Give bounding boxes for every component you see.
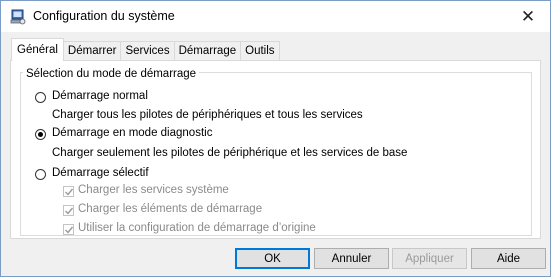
checkmark-icon (65, 207, 74, 215)
close-button[interactable]: ✕ (506, 1, 550, 32)
diagnostic-startup-label[interactable]: Démarrage en mode diagnostic (52, 127, 212, 139)
load-system-services-label: Charger les services système (78, 184, 229, 196)
title-bar[interactable]: Configuration du système ✕ (1, 1, 550, 32)
original-boot-config-label: Utiliser la configuration de démarrage d… (78, 222, 316, 234)
tab-general[interactable]: Général (11, 38, 64, 61)
tab-demarrer[interactable]: Démarrer (62, 41, 122, 61)
tab-services[interactable]: Services (120, 41, 175, 61)
ok-button[interactable]: OK (235, 248, 310, 269)
tab-bar: Général Démarrer Services Démarrage Outi… (11, 38, 280, 61)
checkmark-icon (65, 226, 74, 234)
normal-startup-label[interactable]: Démarrage normal (52, 90, 148, 102)
window-title: Configuration du système (33, 9, 175, 23)
close-icon: ✕ (520, 6, 536, 26)
startup-mode-group-label: Sélection du mode de démarrage (23, 68, 200, 80)
diagnostic-startup-radio[interactable] (35, 129, 46, 140)
load-system-services-checkbox[interactable] (63, 186, 74, 197)
system-config-icon (10, 9, 26, 25)
diagnostic-startup-description: Charger seulement les pilotes de périphé… (52, 147, 408, 159)
load-startup-items-checkbox[interactable] (63, 205, 74, 216)
selective-startup-label[interactable]: Démarrage sélectif (52, 167, 149, 179)
normal-startup-radio[interactable] (35, 92, 46, 103)
apply-button[interactable]: Appliquer (392, 248, 467, 269)
tab-outils[interactable]: Outils (240, 41, 280, 61)
system-config-window: Configuration du système ✕ Général Démar… (0, 0, 551, 277)
cancel-button[interactable]: Annuler (314, 248, 389, 269)
general-tab-panel: Sélection du mode de démarrage Démarrage… (10, 60, 541, 239)
tab-demarrage[interactable]: Démarrage (173, 41, 242, 61)
normal-startup-description: Charger tous les pilotes de périphérique… (52, 109, 363, 121)
load-startup-items-label: Charger les éléments de démarrage (78, 203, 263, 215)
help-button[interactable]: Aide (471, 248, 546, 269)
checkmark-icon (65, 188, 74, 196)
original-boot-config-checkbox[interactable] (63, 224, 74, 235)
selective-startup-radio[interactable] (35, 169, 46, 180)
